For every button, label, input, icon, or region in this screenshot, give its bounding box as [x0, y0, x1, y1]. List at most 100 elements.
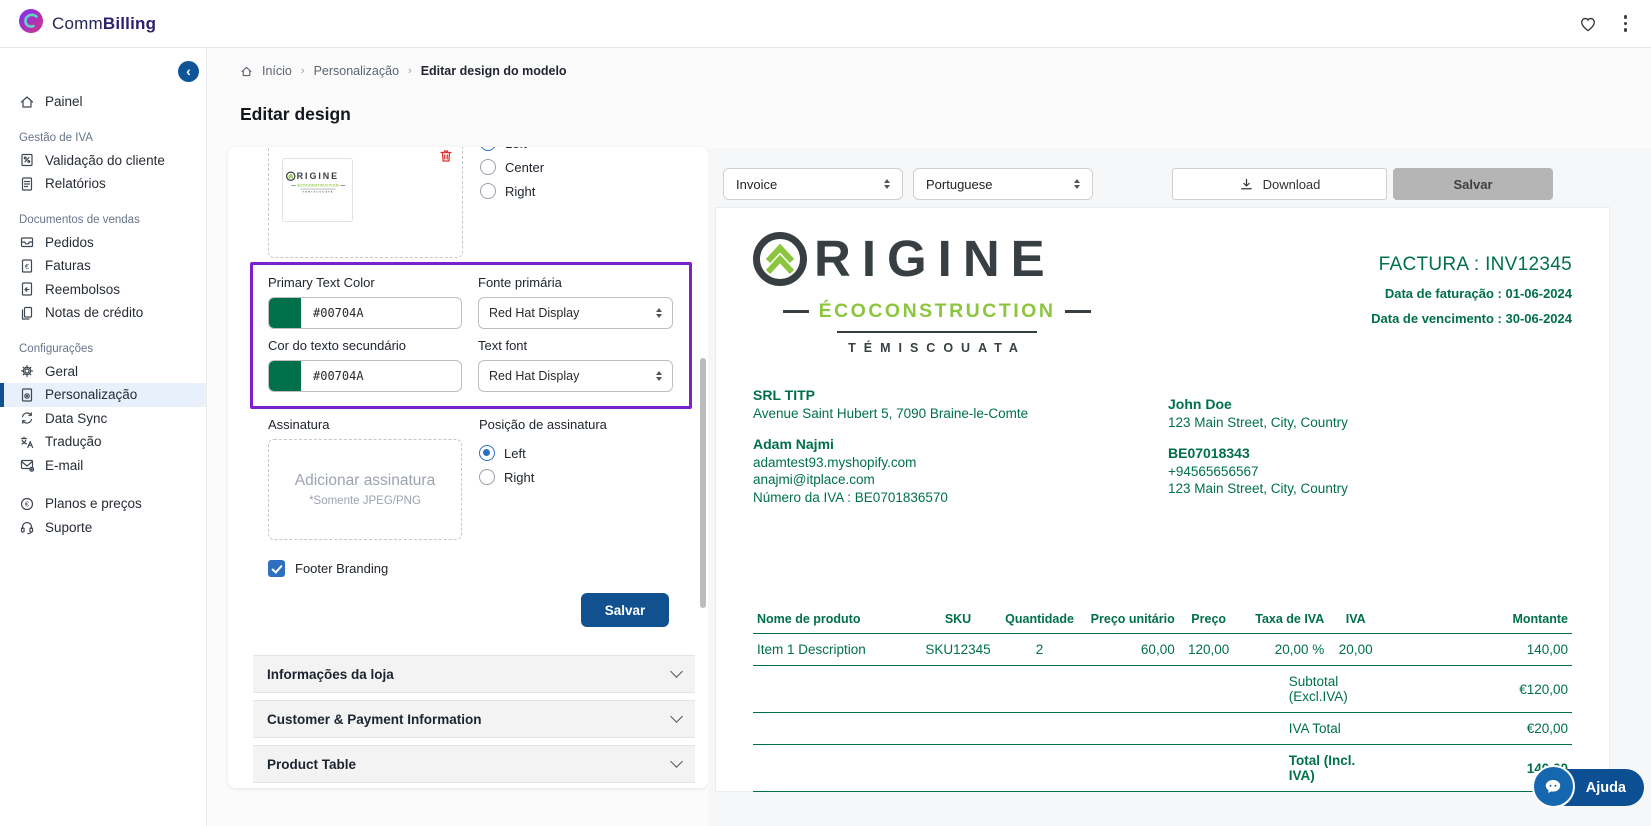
logo-position-left[interactable]: Left — [480, 147, 544, 151]
text-font-label: Text font — [478, 338, 673, 353]
report-icon — [19, 176, 35, 192]
credit-note-icon — [19, 305, 35, 321]
sidebar: ‹ Painel Gestão de IVA Validação do clie… — [0, 48, 207, 826]
primary-text-color-input[interactable]: #00704A — [268, 297, 462, 329]
preview-save-button[interactable]: Salvar — [1393, 168, 1553, 200]
invoice-issue-date: Data de faturação : 01-06-2024 — [1371, 286, 1572, 301]
accordion-informacoes-loja[interactable]: Informações da loja — [253, 655, 695, 693]
gear-icon — [19, 363, 35, 379]
sidebar-item-personalizacao[interactable]: Personalização — [0, 383, 206, 407]
signature-position-label: Posição de assinatura — [479, 417, 692, 432]
editor-scrollbar[interactable] — [700, 358, 706, 608]
sidebar-item-geral[interactable]: Geral — [0, 360, 206, 384]
sidebar-item-data-sync[interactable]: Data Sync — [0, 407, 206, 431]
signature-position-left[interactable]: Left — [479, 445, 692, 461]
sidebar-item-notas-credito[interactable]: Notas de crédito — [0, 301, 206, 325]
iva-total-row: IVA Total €20,00 — [753, 713, 1572, 745]
language-select[interactable]: Portuguese — [913, 168, 1093, 200]
accordion-customer-payment[interactable]: Customer & Payment Information — [253, 700, 695, 738]
color-swatch[interactable] — [269, 360, 301, 392]
sidebar-item-suporte[interactable]: Suporte — [0, 516, 206, 540]
main-content: Início › Personalização › Editar design … — [207, 48, 1651, 826]
sidebar-item-reembolsos[interactable]: Reembolsos — [0, 278, 206, 302]
invoice-paper: RIGINE ÉCOCONSTRUCTION TÉMISCOUATA FACTU… — [715, 207, 1610, 792]
preview-toolbar: Invoice Portuguese Download Salvar — [708, 168, 1651, 200]
select-arrows-icon — [884, 179, 890, 190]
logo-upload-dropzone[interactable]: RIGINE ÉCOCONSTRUCTION TÉMISCOUATA — [268, 147, 463, 258]
accordion-product-table[interactable]: Product Table — [253, 745, 695, 783]
select-arrows-icon — [1074, 179, 1080, 190]
invoice-due-date: Data de vencimento : 30-06-2024 — [1371, 311, 1572, 326]
sidebar-item-email[interactable]: E-mail — [0, 454, 206, 478]
invoice-euro-icon: € — [19, 258, 35, 274]
invoice-line-items-table: Nome de produto SKU Quantidade Preço uni… — [753, 605, 1572, 792]
sidebar-item-painel[interactable]: Painel — [0, 90, 206, 114]
table-row: Item 1 Description SKU12345 2 60,00 120,… — [753, 634, 1572, 666]
chevron-down-icon — [670, 710, 683, 723]
breadcrumb-inicio[interactable]: Início — [262, 64, 292, 78]
signature-position-right[interactable]: Right — [479, 469, 692, 485]
sidebar-item-faturas[interactable]: € Faturas — [0, 254, 206, 278]
help-button[interactable]: Ajuda — [1548, 769, 1644, 806]
table-header-row: Nome de produto SKU Quantidade Preço uni… — [753, 605, 1572, 634]
inbox-icon — [19, 234, 35, 250]
invoice-meta: FACTURA : INV12345 Data de faturação : 0… — [1371, 229, 1572, 326]
seller-block: SRL TITP Avenue Saint Hubert 5, 7090 Bra… — [753, 387, 1168, 506]
brand-name: CommBilling — [52, 14, 156, 34]
logo-thumbnail: RIGINE ÉCOCONSTRUCTION TÉMISCOUATA — [282, 158, 353, 222]
footer-branding-checkbox[interactable]: Footer Branding — [268, 560, 692, 577]
invoice-number: FACTURA : INV12345 — [1371, 254, 1572, 276]
sidebar-item-planos[interactable]: € Planos e preços — [0, 492, 206, 516]
logo-position-center[interactable]: Center — [480, 159, 544, 175]
primary-text-color-label: Primary Text Color — [268, 275, 462, 290]
sidebar-collapse-button[interactable]: ‹ — [178, 61, 199, 82]
brand-logo[interactable]: CommBilling — [18, 8, 156, 39]
brand-icon — [18, 8, 44, 39]
color-font-highlight-box: Primary Text Color #00704A Fonte primári… — [250, 262, 692, 409]
svg-text:€: € — [25, 499, 30, 508]
signature-upload-dropzone[interactable]: Adicionar assinatura *Somente JPEG/PNG — [268, 439, 462, 540]
editor-accordions: Informações da loja Customer & Payment I… — [253, 655, 695, 783]
sidebar-section-gestao-iva: Gestão de IVA — [0, 127, 206, 149]
refund-icon — [19, 281, 35, 297]
sidebar-item-pedidos[interactable]: Pedidos — [0, 231, 206, 255]
download-icon — [1239, 177, 1254, 192]
validation-badge-icon — [19, 152, 35, 168]
primary-font-select[interactable]: Red Hat Display — [478, 297, 673, 329]
origine-o-chevron-icon — [753, 232, 807, 286]
home-icon — [19, 94, 35, 110]
document-type-select[interactable]: Invoice — [723, 168, 903, 200]
more-menu-icon[interactable] — [1624, 15, 1628, 32]
customize-icon — [19, 387, 35, 403]
breadcrumb-personalizacao[interactable]: Personalização — [314, 64, 399, 78]
select-arrows-icon — [656, 371, 662, 382]
color-swatch[interactable] — [269, 297, 301, 329]
home-icon — [240, 65, 253, 78]
primary-font-label: Fonte primária — [478, 275, 673, 290]
secondary-text-color-input[interactable]: #00704A — [268, 360, 462, 392]
sidebar-item-validacao-cliente[interactable]: Validação do cliente — [0, 149, 206, 173]
grand-total-row: Total (Incl. IVA) 140,00 — [753, 745, 1572, 792]
mail-gear-icon — [19, 457, 35, 473]
sidebar-item-traducao[interactable]: Tradução — [0, 430, 206, 454]
svg-text:€: € — [25, 262, 30, 271]
radio-selected-icon — [480, 147, 496, 151]
sidebar-item-relatorios[interactable]: Relatórios — [0, 172, 206, 196]
secondary-text-color-label: Cor do texto secundário — [268, 338, 462, 353]
download-button[interactable]: Download — [1172, 168, 1387, 200]
invoice-preview-panel: Invoice Portuguese Download Salvar — [708, 148, 1651, 826]
chevron-down-icon — [670, 665, 683, 678]
delete-logo-icon[interactable] — [438, 148, 454, 167]
logo-position-right[interactable]: Right — [480, 183, 544, 199]
design-editor-panel: RIGINE ÉCOCONSTRUCTION TÉMISCOUATA Left … — [228, 147, 708, 788]
signature-position-group: Left Right — [479, 439, 692, 485]
radio-selected-icon — [479, 445, 495, 461]
favorite-heart-icon[interactable] — [1578, 14, 1598, 34]
headset-icon — [19, 519, 35, 535]
logo-position-group: Left Center Right — [480, 147, 544, 258]
help-fab: Ajuda — [1548, 769, 1644, 806]
page-title: Editar design — [240, 104, 351, 125]
text-font-select[interactable]: Red Hat Display — [478, 360, 673, 392]
checkbox-checked-icon — [268, 560, 285, 577]
editor-save-button[interactable]: Salvar — [581, 593, 669, 627]
